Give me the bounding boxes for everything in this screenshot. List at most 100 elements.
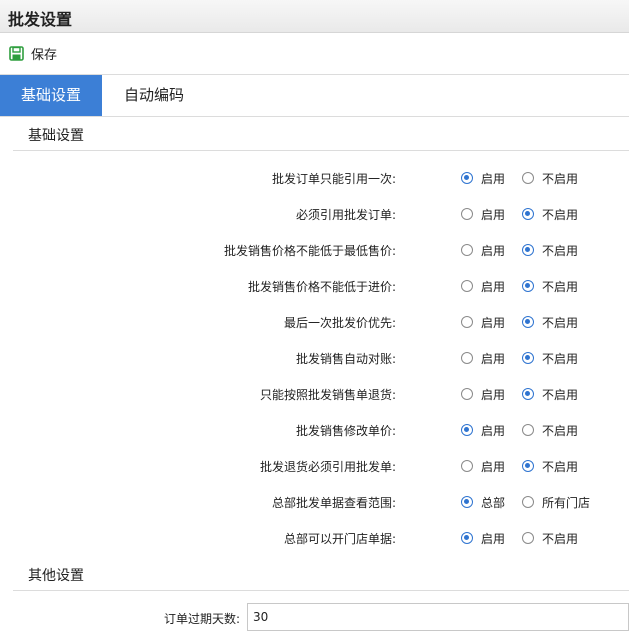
save-icon (9, 45, 24, 61)
setting-row: 批发销售修改单价: 启用 不启用 (0, 412, 629, 448)
radio-option-label: 启用 (481, 171, 506, 186)
radio-circle[interactable] (522, 244, 534, 256)
save-button[interactable]: 保存 (9, 43, 57, 63)
radio-circle[interactable] (461, 532, 473, 544)
radio-option-first[interactable]: 启用 (461, 242, 505, 258)
radio-circle[interactable] (461, 172, 473, 184)
setting-label: 批发销售价格不能低于进价: (247, 280, 396, 294)
radio-option-label: 不启用 (542, 315, 579, 330)
radio-circle[interactable] (522, 208, 534, 220)
save-button-label: 保存 (31, 47, 58, 63)
setting-row: 最后一次批发价优先: 启用 不启用 (0, 304, 629, 340)
radio-circle[interactable] (461, 352, 473, 364)
setting-label: 总部可以开门店单据: (283, 532, 396, 546)
setting-label: 最后一次批发价优先: (283, 316, 396, 330)
radio-circle[interactable] (461, 496, 473, 508)
radio-circle[interactable] (461, 208, 473, 220)
order-expiry-input[interactable] (247, 603, 629, 631)
radio-option-label: 启用 (481, 243, 506, 258)
radio-option-second[interactable]: 不启用 (522, 314, 578, 330)
tab-basic-settings[interactable]: 基础设置 (0, 75, 102, 116)
setting-label: 必须引用批发订单: (295, 208, 396, 222)
order-expiry-label: 订单过期天数: (163, 612, 240, 626)
radio-option-second[interactable]: 不启用 (522, 170, 578, 186)
radio-circle[interactable] (522, 424, 534, 436)
radio-circle[interactable] (461, 244, 473, 256)
setting-row: 批发销售价格不能低于最低售价: 启用 不启用 (0, 232, 629, 268)
radio-circle[interactable] (522, 460, 534, 472)
radio-option-second[interactable]: 不启用 (522, 242, 578, 258)
radio-circle[interactable] (461, 424, 473, 436)
radio-circle[interactable] (461, 280, 473, 292)
setting-label: 批发订单只能引用一次: (271, 172, 396, 186)
setting-row: 只能按照批发销售单退货: 启用 不启用 (0, 376, 629, 412)
tab-bar: 基础设置 自动编码 (0, 75, 629, 117)
setting-row: 总部批发单据查看范围: 总部 所有门店 (0, 484, 629, 520)
radio-circle[interactable] (461, 388, 473, 400)
setting-label: 只能按照批发销售单退货: (259, 388, 396, 402)
setting-row: 批发销售自动对账: 启用 不启用 (0, 340, 629, 376)
radio-option-label: 不启用 (542, 207, 579, 222)
setting-row: 批发销售价格不能低于进价: 启用 不启用 (0, 268, 629, 304)
radio-circle[interactable] (522, 496, 534, 508)
radio-option-first[interactable]: 启用 (461, 530, 505, 546)
radio-option-first[interactable]: 启用 (461, 314, 505, 330)
radio-circle[interactable] (522, 316, 534, 328)
radio-option-label: 不启用 (542, 279, 579, 294)
section-other: 其他设置 (13, 557, 629, 591)
radio-option-label: 所有门店 (542, 495, 591, 510)
radio-option-second[interactable]: 不启用 (522, 422, 578, 438)
radio-option-label: 不启用 (542, 387, 579, 402)
section-basic-title: 基础设置 (28, 128, 84, 144)
radio-circle[interactable] (522, 388, 534, 400)
radio-circle[interactable] (461, 316, 473, 328)
radio-circle[interactable] (522, 280, 534, 292)
window-titlebar: 批发设置 (0, 0, 629, 33)
toolbar: 保存 (0, 33, 629, 75)
setting-label: 批发销售自动对账: (295, 352, 396, 366)
radio-option-second[interactable]: 不启用 (522, 350, 578, 366)
radio-option-first[interactable]: 启用 (461, 422, 505, 438)
radio-option-first[interactable]: 启用 (461, 350, 505, 366)
setting-row: 必须引用批发订单: 启用 不启用 (0, 196, 629, 232)
radio-option-label: 启用 (481, 423, 506, 438)
radio-option-label: 启用 (481, 387, 506, 402)
radio-option-first[interactable]: 总部 (461, 494, 505, 510)
order-expiry-row: 订单过期天数: (0, 603, 629, 631)
section-other-title: 其他设置 (28, 568, 84, 584)
radio-option-first[interactable]: 启用 (461, 206, 505, 222)
radio-option-first[interactable]: 启用 (461, 458, 505, 474)
radio-option-label: 不启用 (542, 459, 579, 474)
radio-option-second[interactable]: 不启用 (522, 386, 578, 402)
radio-option-label: 启用 (481, 315, 506, 330)
radio-option-label: 启用 (481, 279, 506, 294)
radio-option-second[interactable]: 不启用 (522, 278, 578, 294)
setting-label: 批发销售修改单价: (295, 424, 396, 438)
radio-option-second[interactable]: 所有门店 (522, 494, 590, 510)
section-basic: 基础设置 (13, 117, 629, 151)
radio-circle[interactable] (461, 460, 473, 472)
setting-row: 批发订单只能引用一次: 启用 不启用 (0, 160, 629, 196)
radio-option-second[interactable]: 不启用 (522, 530, 578, 546)
setting-row: 总部可以开门店单据: 启用 不启用 (0, 520, 629, 556)
radio-option-label: 不启用 (542, 423, 579, 438)
radio-option-label: 启用 (481, 351, 506, 366)
radio-option-first[interactable]: 启用 (461, 386, 505, 402)
radio-option-label: 启用 (481, 531, 506, 546)
radio-option-second[interactable]: 不启用 (522, 206, 578, 222)
radio-option-first[interactable]: 启用 (461, 278, 505, 294)
radio-option-second[interactable]: 不启用 (522, 458, 578, 474)
radio-option-label: 不启用 (542, 243, 579, 258)
setting-label: 总部批发单据查看范围: (271, 496, 396, 510)
radio-option-label: 不启用 (542, 351, 579, 366)
radio-option-label: 不启用 (542, 531, 579, 546)
radio-circle[interactable] (522, 172, 534, 184)
radio-option-label: 启用 (481, 207, 506, 222)
radio-option-label: 总部 (481, 495, 506, 510)
radio-circle[interactable] (522, 352, 534, 364)
setting-row: 批发退货必须引用批发单: 启用 不启用 (0, 448, 629, 484)
tab-auto-coding[interactable]: 自动编码 (104, 75, 204, 116)
radio-circle[interactable] (522, 532, 534, 544)
radio-option-label: 不启用 (542, 171, 579, 186)
radio-option-first[interactable]: 启用 (461, 170, 505, 186)
